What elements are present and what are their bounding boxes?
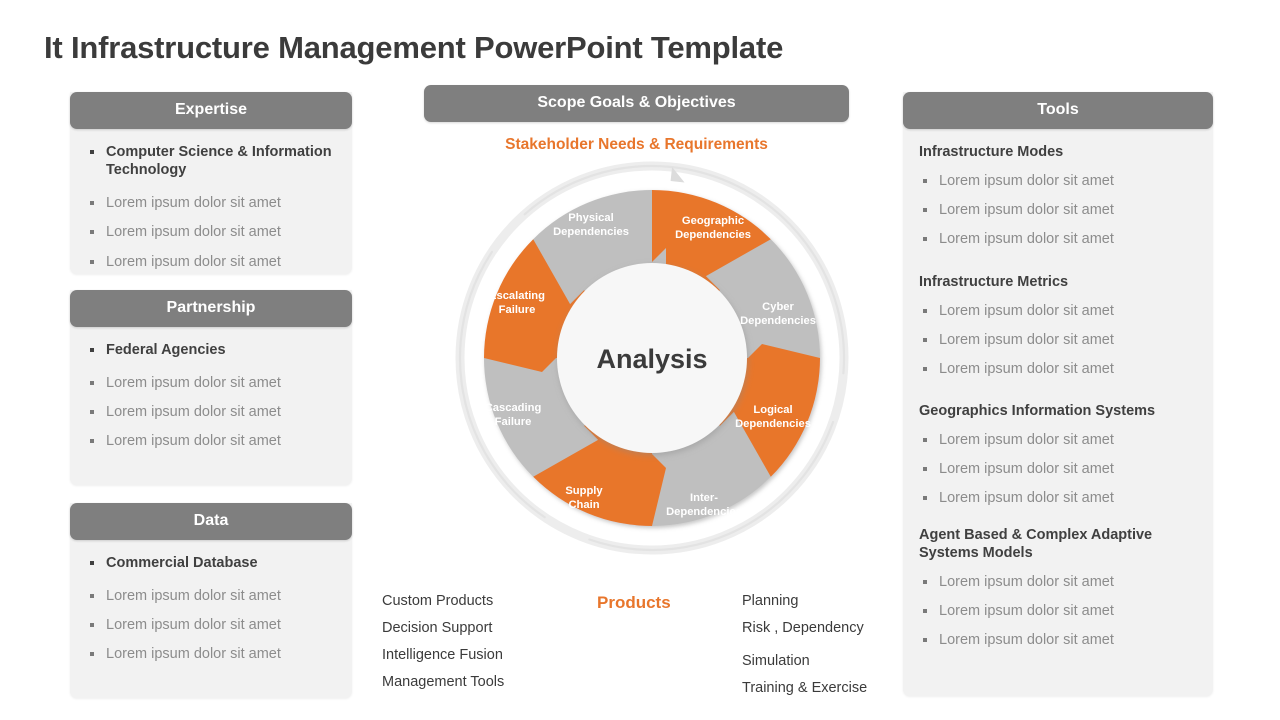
tools-list-agent-based-models: Lorem ipsum dolor sit amet Lorem ipsum d… (919, 573, 1197, 649)
center-column: Scope Goals & Objectives Stakeholder Nee… (374, 85, 894, 705)
list-item: Lorem ipsum dolor sit amet (919, 302, 1197, 320)
segment-label-logical-2: Dependencies (735, 418, 811, 430)
list-item: Lorem ipsum dolor sit amet (86, 432, 336, 450)
list-item: Lorem ipsum dolor sit amet (86, 223, 336, 241)
stakeholder-subtitle: Stakeholder Needs & Requirements (505, 136, 768, 153)
list-item: Lorem ipsum dolor sit amet (919, 460, 1197, 478)
panel-tools-body: Infrastructure Modes Lorem ipsum dolor s… (903, 129, 1213, 670)
list-item: Lorem ipsum dolor sit amet (919, 172, 1197, 190)
list-item: Intelligence Fusion (382, 647, 503, 663)
segment-label-inter-1: Inter- (690, 492, 718, 504)
list-item: Lorem ipsum dolor sit amet (86, 616, 336, 634)
panel-partnership-header: Partnership (70, 290, 352, 327)
products-left-list: Custom Products Decision Support Intelli… (382, 593, 612, 701)
segment-label-escalating-1: Escalating (489, 290, 545, 302)
panel-expertise: Expertise Computer Science & Information… (70, 92, 352, 274)
wheel-svg: Analysis Geographic Dependencies Cyber D… (455, 161, 849, 555)
panel-expertise-header: Expertise (70, 92, 352, 129)
segment-label-physical-1: Physical (568, 212, 613, 224)
tools-list-infrastructure-modes: Lorem ipsum dolor sit amet Lorem ipsum d… (919, 172, 1197, 248)
list-item: Lorem ipsum dolor sit amet (919, 431, 1197, 449)
panel-tools: Tools Infrastructure Modes Lorem ipsum d… (903, 92, 1213, 696)
tools-list-geographics-information-systems: Lorem ipsum dolor sit amet Lorem ipsum d… (919, 431, 1197, 507)
list-item: Lorem ipsum dolor sit amet (919, 360, 1197, 378)
segment-label-inter-2: Dependencies (666, 506, 742, 518)
segment-label-cascading-2: Failure (495, 416, 532, 428)
panel-data-body: Commercial Database Lorem ipsum dolor si… (70, 540, 352, 685)
list-item: Lorem ipsum dolor sit amet (919, 489, 1197, 507)
analysis-hub-label: Analysis (596, 344, 707, 374)
data-list: Commercial Database Lorem ipsum dolor si… (86, 554, 336, 664)
list-item: Lorem ipsum dolor sit amet (919, 573, 1197, 591)
list-item: Lorem ipsum dolor sit amet (86, 194, 336, 212)
list-item: Management Tools (382, 674, 505, 690)
list-item: Lorem ipsum dolor sit amet (919, 201, 1197, 219)
panel-partnership: Partnership Federal Agencies Lorem ipsum… (70, 290, 352, 485)
panel-data: Data Commercial Database Lorem ipsum dol… (70, 503, 352, 698)
panel-tools-header: Tools (903, 92, 1213, 129)
products-area: Products Custom Products Decision Suppor… (382, 593, 894, 703)
segment-label-geographic-1: Geographic (682, 215, 744, 227)
tools-section-title-agent-based-models: Agent Based & Complex Adaptive Systems M… (919, 526, 1153, 561)
tools-list-infrastructure-metrics: Lorem ipsum dolor sit amet Lorem ipsum d… (919, 302, 1197, 378)
list-item: Lorem ipsum dolor sit amet (86, 645, 336, 663)
list-item: Decision Support (382, 620, 493, 636)
segment-label-logical-1: Logical (753, 404, 792, 416)
panel-expertise-body: Computer Science & Information Technolog… (70, 129, 352, 292)
segment-label-cascading-1: Cascading (485, 402, 542, 414)
list-item: Computer Science & Information Technolog… (86, 143, 336, 179)
segment-label-geographic-2: Dependencies (675, 229, 751, 241)
segment-label-cyber-2: Dependencies (740, 315, 816, 327)
analysis-wheel-diagram: Analysis Geographic Dependencies Cyber D… (452, 158, 852, 558)
list-item: Lorem ipsum dolor sit amet (919, 602, 1197, 620)
segment-label-cyber-1: Cyber (762, 301, 794, 313)
scope-goals-header: Scope Goals & Objectives (424, 85, 849, 122)
page-title: It Infrastructure Management PowerPoint … (44, 30, 784, 65)
list-item: Lorem ipsum dolor sit amet (86, 253, 336, 271)
tools-section-title-infrastructure-modes: Infrastructure Modes (919, 144, 1064, 160)
partnership-list: Federal Agencies Lorem ipsum dolor sit a… (86, 341, 336, 451)
tools-section-title-infrastructure-metrics: Infrastructure Metrics (919, 273, 1069, 290)
list-item: Custom Products (382, 593, 494, 609)
list-item: Lorem ipsum dolor sit amet (86, 587, 336, 605)
segment-label-escalating-2: Failure (499, 304, 536, 316)
segment-label-supply-1: Supply (565, 485, 603, 497)
segment-label-physical-2: Dependencies (553, 226, 629, 238)
list-item: Lorem ipsum dolor sit amet (919, 331, 1197, 349)
panel-partnership-body: Federal Agencies Lorem ipsum dolor sit a… (70, 327, 352, 472)
segment-label-supply-2: Chain (568, 499, 599, 511)
list-item: Federal Agencies (86, 341, 336, 359)
tools-section-title-geographics-information-systems: Geographics Information Systems (919, 403, 1156, 419)
list-item: Lorem ipsum dolor sit amet (86, 403, 336, 421)
list-item: Lorem ipsum dolor sit amet (919, 230, 1197, 248)
expertise-list: Computer Science & Information Technolog… (86, 143, 336, 271)
list-item: Commercial Database (86, 554, 336, 572)
panel-data-header: Data (70, 503, 352, 540)
list-item: Lorem ipsum dolor sit amet (86, 374, 336, 392)
list-item: Lorem ipsum dolor sit amet (919, 631, 1197, 649)
